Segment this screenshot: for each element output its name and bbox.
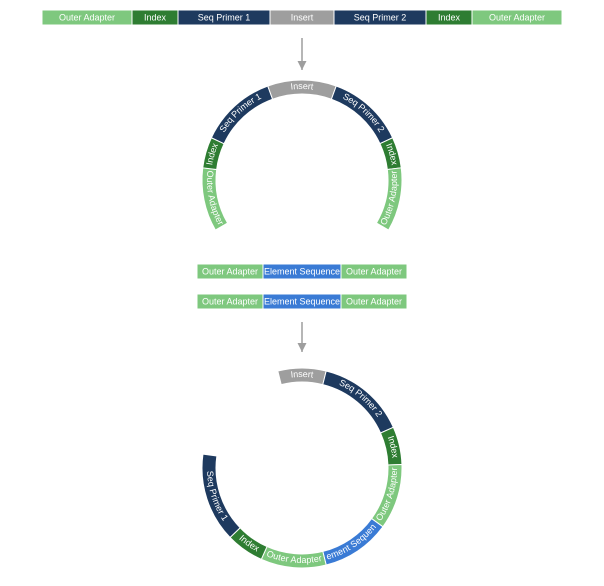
arc-seqPrimer2 — [331, 86, 392, 144]
circle-seqPrimer1 — [202, 454, 240, 537]
linear-seqPrimer1-label: Seq Primer 1 — [198, 12, 251, 22]
circularization-diagram: Outer Adapter Index Seq Primer 1 Insert Seq … — [0, 0, 604, 586]
linear-index-label: Index — [438, 12, 461, 22]
linear-insert-label: Insert — [291, 12, 314, 22]
arc-seqPrimer1-label: Seq Primer 1 — [218, 92, 263, 135]
bridge2-outerAdapter-label: Outer Adapter — [202, 296, 258, 306]
linear-seqPrimer2-label: Seq Primer 2 — [354, 12, 407, 22]
arc-seqPrimer1 — [211, 86, 272, 144]
linear-outerAdapter-label: Outer Adapter — [489, 12, 545, 22]
bridge-outerAdapter-label: Outer Adapter — [202, 266, 258, 276]
bridge-elementSeq-label: Element Sequence — [264, 266, 340, 276]
arc-seqPrimer2-label: Seq Primer 2 — [341, 92, 386, 135]
bridge-outerAdapter-label: Outer Adapter — [346, 266, 402, 276]
circle-seqPrimer2 — [323, 371, 394, 433]
linear-index-label: Index — [144, 12, 167, 22]
circle-insert-label: Insert — [290, 369, 314, 380]
bridge2-outerAdapter-label: Outer Adapter — [346, 296, 402, 306]
bridge2-elementSeq-label: Element Sequence — [264, 296, 340, 306]
linear-outerAdapter-label: Outer Adapter — [59, 12, 115, 22]
circle-seqPrimer2-label: Seq Primer 2 — [338, 378, 384, 419]
arc-insert-label: Insert — [290, 81, 314, 92]
